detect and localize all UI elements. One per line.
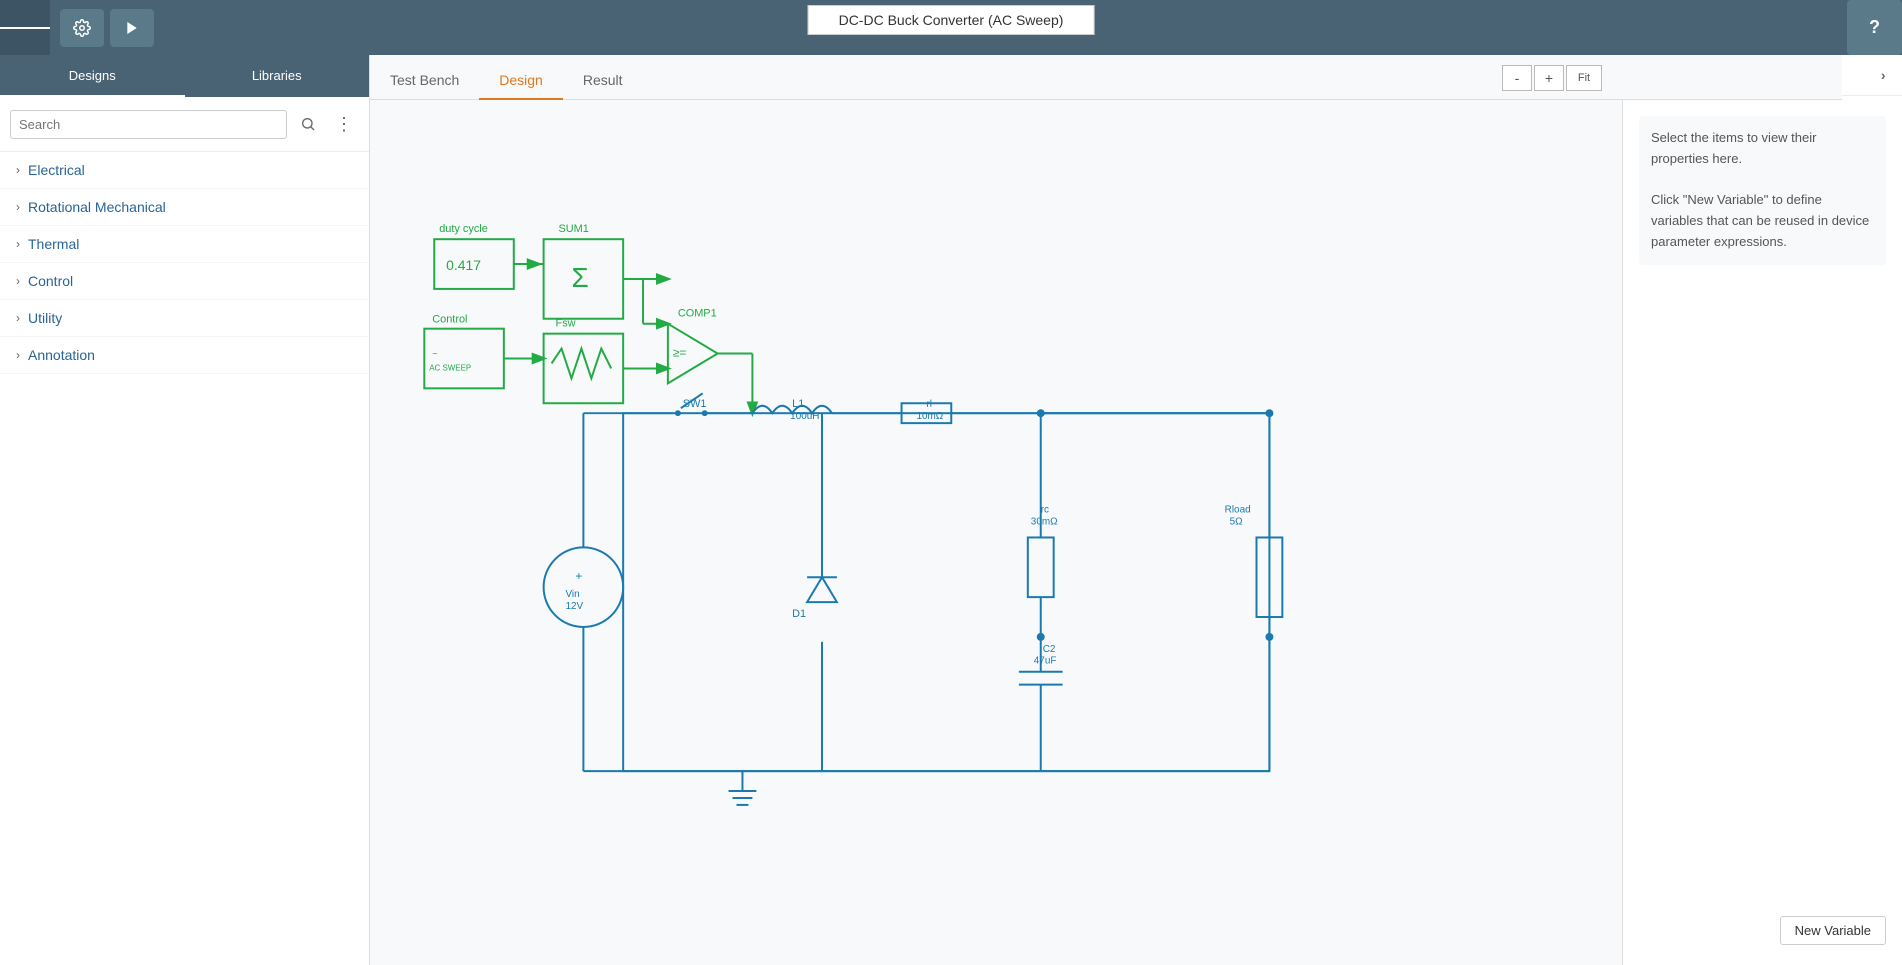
svg-text:100uH: 100uH xyxy=(790,411,819,422)
svg-text:≥=: ≥= xyxy=(673,346,687,360)
svg-text:Vin: Vin xyxy=(565,589,579,600)
toolbar-buttons xyxy=(60,9,154,47)
sidebar-item-rotational-mechanical[interactable]: › Rotational Mechanical xyxy=(0,189,369,226)
search-button[interactable] xyxy=(293,109,323,139)
zoom-controls: - + Fit xyxy=(1502,65,1602,91)
more-options-button[interactable]: ⋮ xyxy=(329,109,359,139)
zoom-out-button[interactable]: - xyxy=(1502,65,1532,91)
tabs-bar: Test Bench Design Result xyxy=(370,55,1842,100)
document-title: DC-DC Buck Converter (AC Sweep) xyxy=(808,5,1095,35)
zoom-in-button[interactable]: + xyxy=(1534,65,1564,91)
svg-text:47uF: 47uF xyxy=(1034,656,1057,667)
svg-text:30mΩ: 30mΩ xyxy=(1031,517,1058,528)
tab-result[interactable]: Result xyxy=(563,62,643,100)
chevron-right-icon: › xyxy=(16,200,20,214)
svg-text:12V: 12V xyxy=(565,601,583,612)
svg-text:10mΩ: 10mΩ xyxy=(916,411,943,422)
help-button[interactable]: ? xyxy=(1847,0,1902,55)
svg-text:Rload: Rload xyxy=(1225,505,1251,516)
tab-design[interactable]: Design xyxy=(479,62,563,100)
svg-text:rl: rl xyxy=(926,399,932,410)
top-bar: DC-DC Buck Converter (AC Sweep) ? xyxy=(0,0,1902,55)
svg-text:duty cycle: duty cycle xyxy=(439,223,488,235)
chevron-right-icon: › xyxy=(16,348,20,362)
sidebar-tab-designs[interactable]: Designs xyxy=(0,55,185,97)
svg-text:L1: L1 xyxy=(792,398,804,410)
svg-text:D1: D1 xyxy=(792,608,806,620)
svg-text:Fsw: Fsw xyxy=(556,318,576,330)
svg-text:C2: C2 xyxy=(1043,644,1056,655)
sidebar-item-control[interactable]: › Control xyxy=(0,263,369,300)
main-canvas: duty cycle 0.417 SUM1 Σ Control ~ AC SWE… xyxy=(370,100,1622,965)
panel-toggle-button[interactable]: › xyxy=(1881,67,1886,83)
svg-text:~: ~ xyxy=(432,349,437,359)
svg-text:AC SWEEP: AC SWEEP xyxy=(429,363,471,372)
chevron-right-icon: › xyxy=(16,163,20,177)
sidebar-item-thermal[interactable]: › Thermal xyxy=(0,226,369,263)
svg-text:5Ω: 5Ω xyxy=(1230,517,1243,528)
play-button[interactable] xyxy=(110,9,154,47)
circuit-diagram[interactable]: duty cycle 0.417 SUM1 Σ Control ~ AC SWE… xyxy=(370,100,1622,965)
chevron-right-icon: › xyxy=(16,311,20,325)
svg-text:Control: Control xyxy=(432,314,467,326)
right-panel: DESIGN VARIABLES › Select the items to v… xyxy=(1622,55,1902,965)
svg-text:COMP1: COMP1 xyxy=(678,308,717,320)
sidebar-search-area: ⋮ xyxy=(0,97,369,152)
design-variables-info: Select the items to view their propertie… xyxy=(1639,116,1886,265)
new-variable-button[interactable]: New Variable xyxy=(1780,916,1886,945)
sidebar-item-utility[interactable]: › Utility xyxy=(0,300,369,337)
menu-button[interactable] xyxy=(0,0,50,55)
chevron-right-icon: › xyxy=(16,237,20,251)
svg-text:0.417: 0.417 xyxy=(446,257,481,273)
settings-button[interactable] xyxy=(60,9,104,47)
svg-text:Σ: Σ xyxy=(571,262,588,293)
sidebar-tab-libraries[interactable]: Libraries xyxy=(185,55,370,97)
tab-test-bench[interactable]: Test Bench xyxy=(370,62,479,100)
chevron-right-icon: › xyxy=(16,274,20,288)
svg-text:SUM1: SUM1 xyxy=(559,223,589,235)
sidebar-item-electrical[interactable]: › Electrical xyxy=(0,152,369,189)
svg-text:rc: rc xyxy=(1041,505,1049,516)
search-input[interactable] xyxy=(10,110,287,139)
zoom-fit-button[interactable]: Fit xyxy=(1566,65,1602,91)
sidebar-item-annotation[interactable]: › Annotation xyxy=(0,337,369,374)
sidebar-tabs: Designs Libraries xyxy=(0,55,369,97)
left-sidebar: Designs Libraries ⋮ › Electrical › Rotat… xyxy=(0,55,370,965)
svg-text:+: + xyxy=(575,569,582,583)
